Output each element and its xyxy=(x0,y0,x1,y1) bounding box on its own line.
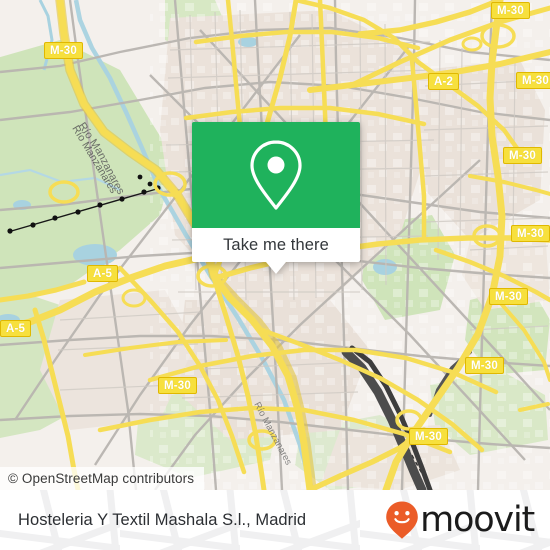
road-shield: M-30 xyxy=(516,72,550,89)
road-shield-label: M-30 xyxy=(497,4,525,17)
moovit-logo[interactable]: moovit xyxy=(385,499,535,540)
road-shield-label: M-30 xyxy=(471,359,499,372)
moovit-smiley-pin-icon xyxy=(386,501,418,539)
road-shield-label: A-5 xyxy=(6,322,26,335)
road-shield: M-30 xyxy=(158,377,198,394)
road-shield: A-5 xyxy=(87,265,119,282)
road-shield-label: M-30 xyxy=(509,149,537,162)
map-attribution: © OpenStreetMap contributors xyxy=(0,467,205,490)
road-shield-label: M-30 xyxy=(164,379,192,392)
road-shield: M-30 xyxy=(489,288,529,305)
road-shield: M-30 xyxy=(409,428,449,445)
road-shield-label: M-30 xyxy=(50,44,78,57)
road-shield: M-30 xyxy=(44,42,84,59)
road-shield-label: M-30 xyxy=(415,430,443,443)
road-shield: A-2 xyxy=(428,73,460,90)
place-title: Hosteleria Y Textil Mashala S.l., Madrid xyxy=(18,510,307,529)
road-shield-label: M-30 xyxy=(522,74,550,87)
road-shield-label: M-30 xyxy=(495,290,523,303)
moovit-wordmark: moovit xyxy=(420,499,535,540)
page-footer: Hosteleria Y Textil Mashala S.l., Madrid… xyxy=(0,490,550,550)
road-shield: M-30 xyxy=(503,147,543,164)
road-shield-label: A-2 xyxy=(434,75,454,88)
road-shield-label: A-5 xyxy=(93,267,113,280)
popup-cta[interactable]: Take me there xyxy=(192,228,360,274)
moovit-map-page: Río Manzanares Río Manzanares Río Manzan… xyxy=(0,0,550,550)
attribution-text: © OpenStreetMap contributors xyxy=(8,471,195,486)
popup-cta-label: Take me there xyxy=(223,235,329,254)
popup-pointer xyxy=(266,262,286,274)
road-shield: M-30 xyxy=(491,2,531,19)
road-shield: A-5 xyxy=(0,320,32,337)
map-pin-icon xyxy=(250,140,302,210)
road-shield-label: M-30 xyxy=(517,227,545,240)
popup-image-area xyxy=(192,122,360,228)
road-shield: M-30 xyxy=(465,357,505,374)
map-canvas[interactable]: Río Manzanares Río Manzanares Río Manzan… xyxy=(0,0,550,490)
location-popup[interactable]: Take me there xyxy=(192,122,360,274)
road-shield: M-30 xyxy=(511,225,550,242)
